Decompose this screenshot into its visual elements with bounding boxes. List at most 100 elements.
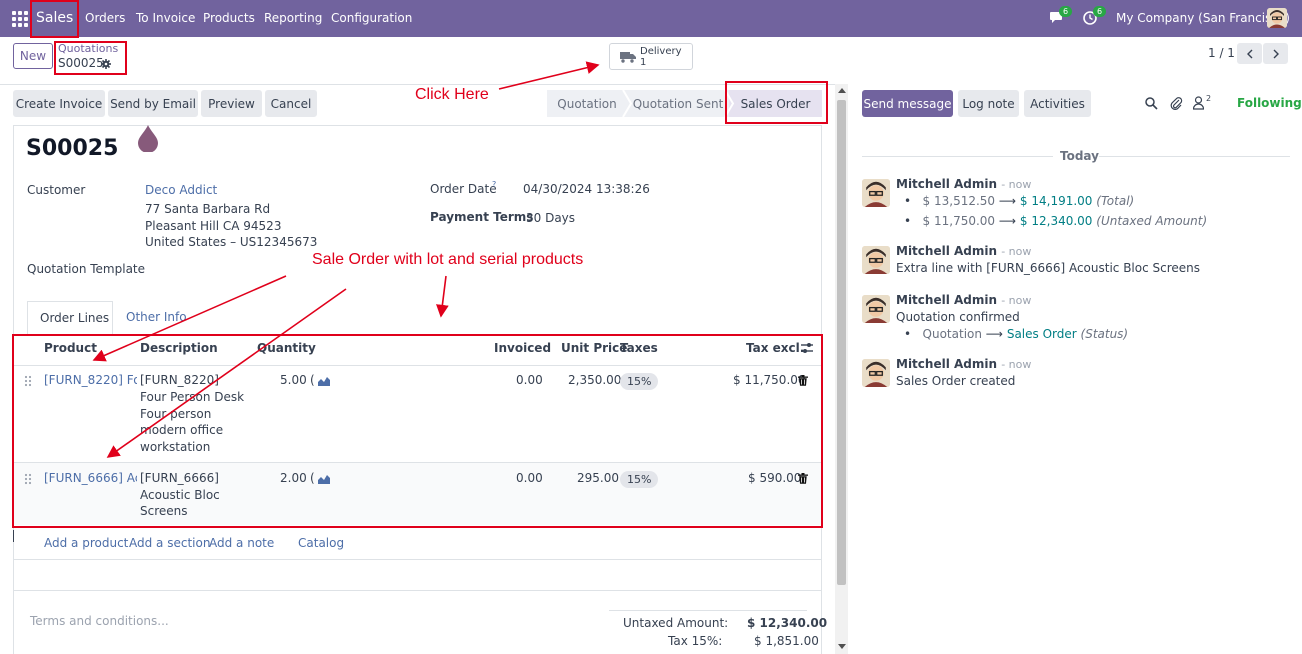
search-icon[interactable] [1145,97,1158,110]
quotation-template-label: Quotation Template [27,262,146,276]
date-separator-today: Today [1060,149,1099,163]
tracking-line-total: • $ 13,512.50 ⟶ $ 14,191.00 (Total) [904,194,1135,208]
tax-value: $ 1,851.00 [754,634,819,648]
delivery-label: Delivery [640,46,682,57]
address-line-1: 77 Santa Barbara Rd [145,202,271,216]
menu-to-invoice[interactable]: To Invoice [136,11,195,25]
order-name: S00025 [26,136,119,161]
messages-count-badge: 6 [1059,6,1073,17]
message-author[interactable]: Mitchell Admin - now [896,177,1031,191]
following-button[interactable]: Following [1237,96,1302,110]
truck-icon [620,52,636,63]
annotation-sale-order-note: Sale Order with lot and serial products [312,251,584,268]
divider [1099,156,1290,157]
activities-clock-icon[interactable]: 6 [1083,6,1107,26]
tracking-old: Quotation [922,327,982,341]
pager-next-button[interactable] [1263,43,1288,64]
tracking-field: (Total) [1096,194,1135,208]
message-time: - now [1001,178,1032,191]
tab-other-info[interactable]: Other Info [126,310,187,324]
tracking-new: $ 14,191.00 [1019,194,1093,208]
tab-order-lines[interactable]: Order Lines [27,301,113,335]
log-note-button[interactable]: Log note [958,90,1019,117]
annotation-click-here: Click Here [415,86,489,103]
terms-conditions-input[interactable]: Terms and conditions... [30,614,169,628]
author-name[interactable]: Mitchell Admin [896,244,997,258]
activities-button[interactable]: Activities [1024,90,1091,117]
top-navbar: Sales Orders To Invoice Products Reporti… [0,0,1302,37]
scroll-down-icon[interactable] [838,644,846,649]
message-author[interactable]: Mitchell Admin - now [896,244,1031,258]
catalog-link[interactable]: Catalog [298,536,344,550]
tracking-field: (Untaxed Amount) [1096,214,1208,228]
user-avatar[interactable] [1267,8,1287,28]
create-invoice-button[interactable]: Create Invoice [13,90,105,117]
send-by-email-button[interactable]: Send by Email [108,90,198,117]
avatar[interactable] [862,359,890,387]
author-name[interactable]: Mitchell Admin [896,293,997,307]
chevron-left-icon [1246,49,1252,58]
company-switcher[interactable]: My Company (San Francisco) [1116,11,1290,25]
avatar[interactable] [862,179,890,207]
send-message-button[interactable]: Send message [862,90,953,117]
preview-button[interactable]: Preview [201,90,262,117]
message-body: Extra line with [FURN_6666] Acoustic Blo… [896,261,1201,275]
message-author[interactable]: Mitchell Admin - now [896,293,1031,307]
followers-icon[interactable] [1192,96,1205,110]
message-time: - now [1001,245,1032,258]
add-note-link[interactable]: Add a note [209,536,274,550]
menu-configuration[interactable]: Configuration [331,11,412,25]
apps-menu-icon[interactable] [12,11,28,27]
text-cursor [13,530,14,542]
divider [862,156,1053,157]
divider [0,84,848,85]
tracking-new: Sales Order [1006,327,1077,341]
menu-orders[interactable]: Orders [85,11,125,25]
avatar[interactable] [862,246,890,274]
tracking-line-untaxed: • $ 11,750.00 ⟶ $ 12,340.00 (Untaxed Amo… [904,214,1208,228]
arrow-right-icon: ⟶ [998,214,1017,228]
payment-terms-value[interactable]: 30 Days [526,211,575,225]
message-time: - now [1001,358,1032,371]
activities-count-badge: 6 [1093,6,1107,17]
delivery-smart-button[interactable]: Delivery 1 [609,43,693,70]
tracking-old: $ 13,512.50 [922,194,996,208]
annotation-box-sales-menu [30,0,79,38]
priority-drop-icon[interactable] [137,124,158,153]
untaxed-amount-label: Untaxed Amount: [623,616,729,630]
author-name[interactable]: Mitchell Admin [896,177,997,191]
messages-icon[interactable]: 6 [1049,6,1073,26]
annotation-box-order-lines [12,334,823,528]
arrow-right-icon: ⟶ [998,194,1017,208]
message-author[interactable]: Mitchell Admin - now [896,357,1031,371]
order-date-help[interactable]: ? [492,180,496,189]
message-body: Quotation confirmed [896,310,1020,324]
pager-previous-button[interactable] [1237,43,1262,64]
author-name[interactable]: Mitchell Admin [896,357,997,371]
add-section-link[interactable]: Add a section [129,536,210,550]
menu-products[interactable]: Products [203,11,255,25]
menu-reporting[interactable]: Reporting [264,11,322,25]
cancel-button[interactable]: Cancel [265,90,317,117]
scroll-up-icon[interactable] [838,88,846,93]
arrow-to-delivery [498,61,600,90]
customer-link[interactable]: Deco Addict [145,183,217,197]
tracking-new: $ 12,340.00 [1019,214,1093,228]
message-body: Sales Order created [896,374,1016,388]
pager-value: 1 / 1 [1208,46,1235,60]
new-button[interactable]: New [13,43,53,69]
chevron-right-icon [1273,49,1279,58]
form-scrollbar-thumb[interactable] [837,100,846,585]
tracking-field: (Status) [1080,327,1129,341]
tab-order-lines-label: Order Lines [40,311,110,325]
divider [14,559,821,560]
divider [14,590,821,591]
order-date-value[interactable]: 04/30/2024 13:38:26 [523,182,650,196]
tax-label: Tax 15%: [668,634,723,648]
arrow-right-icon: ⟶ [985,327,1003,341]
add-product-link[interactable]: Add a product [44,536,128,550]
tracking-line-status: • Quotation ⟶ Sales Order (Status) [904,327,1129,341]
avatar[interactable] [862,295,890,323]
untaxed-amount-value: $ 12,340.00 [747,616,828,630]
paperclip-icon[interactable] [1170,96,1183,110]
